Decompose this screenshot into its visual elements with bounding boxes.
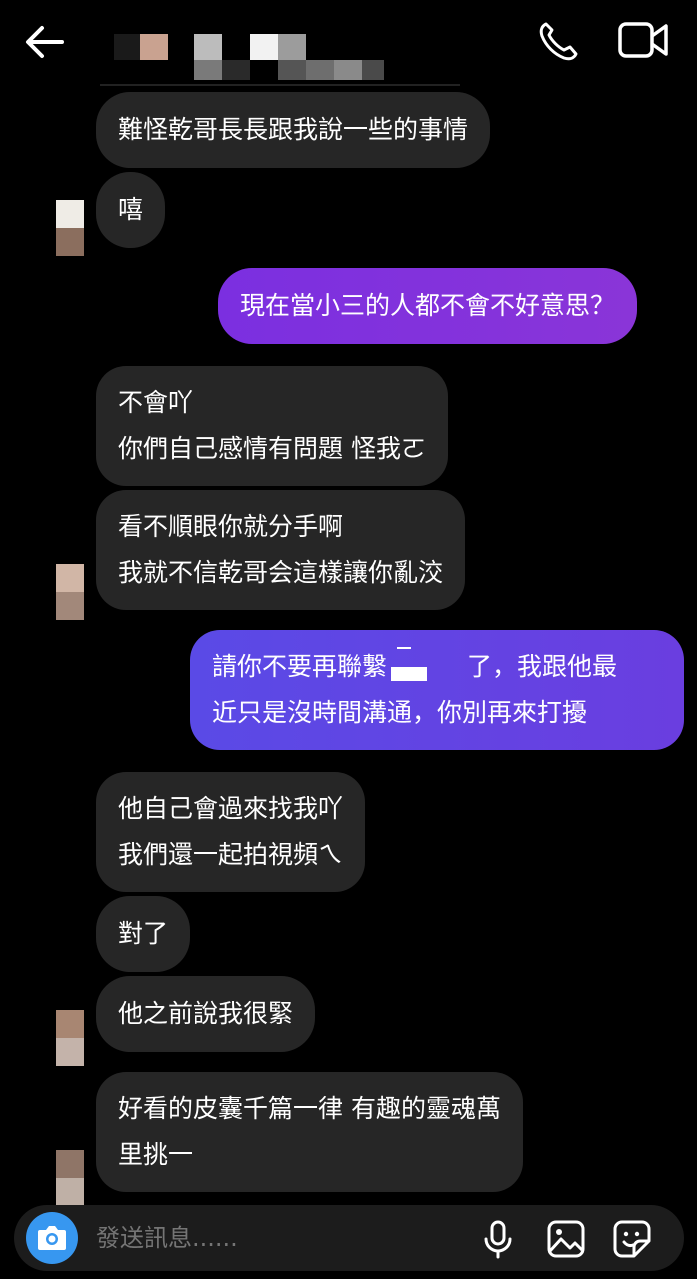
- message-incoming[interactable]: 好看的皮囊千篇一律 有趣的靈魂萬 里挑一: [96, 1072, 523, 1192]
- message-text: 請你不要再聯繫: [212, 652, 388, 681]
- message-text: 他之前說我很緊: [118, 999, 294, 1028]
- message-text: 難怪乾哥長長跟我說一些的事情: [118, 115, 469, 144]
- camera-button[interactable]: [26, 1212, 78, 1264]
- sticker-button[interactable]: [612, 1219, 652, 1259]
- sticker-icon: [613, 1220, 651, 1258]
- camera-icon: [38, 1226, 66, 1250]
- gallery-button[interactable]: [546, 1219, 586, 1259]
- message-text: 看不順眼你就分手啊: [118, 512, 344, 541]
- back-button[interactable]: [22, 22, 70, 62]
- sender-avatar[interactable]: [56, 200, 84, 256]
- chat-header: [0, 0, 697, 88]
- message-input[interactable]: [96, 1215, 466, 1261]
- message-outgoing[interactable]: 現在當小三的人都不會不好意思？: [218, 268, 638, 344]
- message-incoming[interactable]: 他之前說我很緊: [96, 976, 316, 1052]
- sender-avatar[interactable]: [56, 564, 84, 620]
- message-text: 現在當小三的人都不會不好意思？: [240, 291, 616, 320]
- message-outgoing[interactable]: 請你不要再聯繫 了，我跟他最 近只是沒時間溝通，你別再來打擾: [190, 630, 684, 750]
- message-incoming[interactable]: 不會吖 你們自己感情有問題 怪我ㄛ: [96, 366, 448, 486]
- message-composer: [14, 1205, 684, 1271]
- message-text: 你們自己感情有問題 怪我ㄛ: [118, 434, 426, 463]
- arrow-left-icon: [26, 26, 64, 58]
- video-camera-icon: [618, 22, 668, 58]
- message-text: 我就不信乾哥会這樣讓你亂洨: [118, 558, 444, 587]
- message-text: 好看的皮囊千篇一律 有趣的靈魂萬: [118, 1094, 501, 1123]
- message-text: 我們還一起拍視頻ㄟ: [118, 840, 344, 869]
- message-text: 近只是沒時間溝通，你別再來打擾: [212, 698, 588, 727]
- voice-message-button[interactable]: [478, 1219, 518, 1259]
- video-call-button[interactable]: [616, 18, 672, 62]
- message-text: 里挑一: [118, 1140, 194, 1169]
- message-incoming[interactable]: 嘻: [96, 172, 166, 248]
- message-incoming[interactable]: 難怪乾哥長長跟我說一些的事情: [96, 92, 491, 168]
- message-incoming[interactable]: 他自己會過來找我吖 我們還一起拍視頻ㄟ: [96, 772, 366, 892]
- message-incoming[interactable]: 看不順眼你就分手啊 我就不信乾哥会這樣讓你亂洨: [96, 490, 466, 610]
- message-incoming[interactable]: 對了: [96, 896, 191, 972]
- message-text: 嘻: [118, 195, 144, 224]
- phone-icon: [539, 22, 578, 61]
- microphone-icon: [484, 1220, 512, 1259]
- message-text: 他自己會過來找我吖: [118, 794, 344, 823]
- voice-call-button[interactable]: [534, 18, 584, 62]
- message-text: 不會吖: [118, 388, 194, 417]
- sender-avatar[interactable]: [56, 1150, 84, 1206]
- header-divider: [100, 84, 460, 86]
- message-text: 了，我跟他最: [467, 652, 618, 681]
- redacted-name: [387, 647, 467, 683]
- sender-avatar[interactable]: [56, 1010, 84, 1066]
- message-text: 對了: [118, 919, 169, 948]
- image-gallery-icon: [547, 1220, 585, 1258]
